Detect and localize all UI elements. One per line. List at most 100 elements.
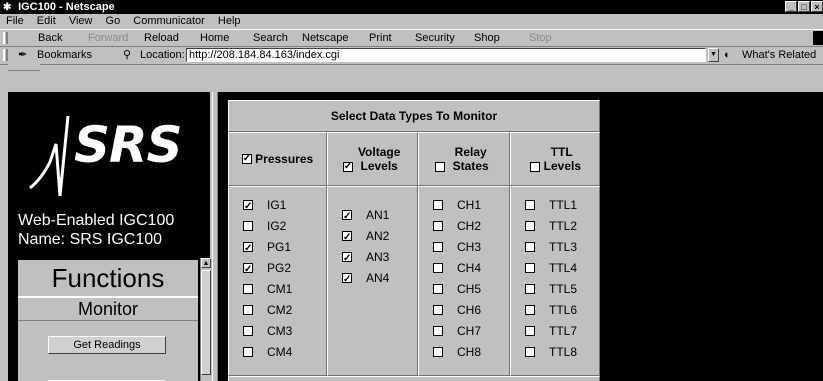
checkbox[interactable] [433, 220, 443, 231]
checkbox-item[interactable]: CH7 [433, 321, 481, 339]
checkbox[interactable] [433, 325, 443, 336]
reload-button[interactable]: Reload [144, 30, 179, 46]
menu-communicator[interactable]: Communicator [133, 15, 205, 27]
checkbox-item[interactable]: CH5 [433, 279, 481, 297]
checkbox-item[interactable]: TTL8 [525, 342, 577, 360]
url-input[interactable]: http://208.184.84.163/index.cgi [186, 48, 706, 62]
checkbox[interactable] [433, 199, 443, 210]
checkbox-item[interactable]: AN3 [342, 247, 389, 268]
menu-view[interactable]: View [69, 15, 93, 27]
checkbox[interactable] [243, 240, 253, 258]
checkbox-item[interactable]: CH2 [433, 216, 481, 234]
table-title: Select Data Types To Monitor [228, 100, 600, 132]
checkbox[interactable] [525, 346, 535, 357]
checkbox[interactable] [243, 220, 253, 231]
checkbox-item[interactable]: TTL6 [525, 300, 577, 318]
checkbox[interactable] [433, 241, 443, 252]
checkbox[interactable] [433, 346, 443, 357]
scroll-up-icon[interactable]: ▲ [201, 258, 211, 268]
scroll-thumb[interactable] [201, 270, 211, 375]
menu-bar: File Edit View Go Communicator Help [0, 14, 823, 29]
header-relay: Relay States [418, 132, 510, 186]
toolbar-grip[interactable] [3, 32, 8, 44]
url-dropdown-icon[interactable]: ▼ [708, 48, 719, 62]
checkbox[interactable] [243, 261, 253, 279]
checkbox[interactable] [342, 271, 352, 289]
checkbox-item[interactable]: PG2 [243, 258, 291, 279]
checkbox-item[interactable]: CH1 [433, 195, 481, 213]
checkbox-item[interactable]: PG1 [243, 237, 291, 258]
checkbox[interactable] [525, 199, 535, 210]
checkbox-item[interactable]: AN4 [342, 268, 390, 289]
checkbox-item[interactable]: CH6 [433, 300, 481, 318]
checkbox-item[interactable]: TTL1 [525, 195, 577, 213]
title-bar: ✱ IGC100 - Netscape _ □ × [0, 0, 823, 14]
collapsed-toolbar-tab[interactable] [8, 64, 40, 71]
checkbox-label: TTL8 [549, 344, 578, 359]
checkbox-item[interactable]: TTL4 [525, 258, 577, 276]
checkbox-item[interactable]: AN2 [342, 226, 389, 247]
search-button[interactable]: Search [253, 30, 288, 46]
whats-related-button[interactable]: What's Related [742, 46, 816, 64]
checkbox[interactable] [525, 241, 535, 252]
ttl-all-checkbox[interactable] [530, 161, 541, 172]
bookmarks-icon[interactable]: ✒ [18, 46, 27, 64]
checkbox-item[interactable]: CM3 [243, 321, 292, 339]
checkbox[interactable] [243, 198, 253, 216]
checkbox[interactable] [243, 304, 253, 315]
menu-edit[interactable]: Edit [37, 15, 56, 27]
security-button[interactable]: Security [415, 30, 455, 46]
checkbox-item[interactable]: CH8 [433, 342, 481, 360]
checkbox-item[interactable]: AN1 [342, 205, 389, 226]
checkbox[interactable] [525, 304, 535, 315]
checkbox[interactable] [525, 283, 535, 294]
checkbox-item[interactable]: IG2 [243, 216, 286, 234]
content-frame: Select Data Types To Monitor Pressures V… [218, 92, 823, 381]
stop-button[interactable]: Stop [529, 30, 552, 46]
checkbox-item[interactable]: CM2 [243, 300, 292, 318]
shop-button[interactable]: Shop [474, 30, 500, 46]
checkbox[interactable] [342, 208, 352, 226]
whats-related-icon: ◐ [724, 49, 731, 61]
back-button[interactable]: Back [38, 30, 62, 46]
checkbox-label: CH5 [457, 281, 482, 296]
sidebar-scrollbar[interactable]: ▲ [200, 258, 211, 381]
checkbox[interactable] [243, 283, 253, 294]
minimize-button[interactable]: _ [785, 1, 797, 12]
checkbox[interactable] [433, 262, 443, 273]
checkbox[interactable] [433, 304, 443, 315]
checkbox[interactable] [525, 325, 535, 336]
menu-go[interactable]: Go [106, 15, 121, 27]
maximize-button[interactable]: □ [798, 1, 810, 12]
checkbox[interactable] [525, 220, 535, 231]
checkbox-item[interactable]: TTL7 [525, 321, 577, 339]
home-button[interactable]: Home [200, 30, 229, 46]
forward-button[interactable]: Forward [88, 30, 128, 46]
voltage-all-checkbox[interactable] [342, 160, 353, 174]
checkbox-item[interactable]: CM4 [243, 342, 292, 360]
checkbox[interactable] [433, 283, 443, 294]
menu-help[interactable]: Help [218, 15, 241, 27]
checkbox[interactable] [342, 250, 352, 268]
pressures-all-checkbox[interactable] [241, 152, 252, 166]
checkbox-item[interactable]: IG1 [243, 195, 286, 216]
checkbox-item[interactable]: CH4 [433, 258, 481, 276]
checkbox-label: AN4 [366, 270, 390, 285]
print-button[interactable]: Print [369, 30, 392, 46]
checkbox-item[interactable]: TTL2 [525, 216, 577, 234]
location-grip[interactable] [3, 49, 8, 61]
checkbox-item[interactable]: CM1 [243, 279, 292, 297]
checkbox[interactable] [243, 325, 253, 336]
netscape-button[interactable]: Netscape [302, 30, 348, 46]
checkbox-item[interactable]: TTL3 [525, 237, 577, 255]
close-button[interactable]: × [811, 1, 823, 12]
bookmarks-button[interactable]: Bookmarks [37, 46, 92, 64]
get-readings-button[interactable]: Get Readings [48, 336, 166, 354]
checkbox-item[interactable]: TTL5 [525, 279, 577, 297]
checkbox-item[interactable]: CH3 [433, 237, 481, 255]
checkbox[interactable] [525, 262, 535, 273]
checkbox[interactable] [243, 346, 253, 357]
menu-file[interactable]: File [6, 15, 24, 27]
checkbox[interactable] [342, 229, 352, 247]
relay-all-checkbox[interactable] [435, 161, 446, 172]
